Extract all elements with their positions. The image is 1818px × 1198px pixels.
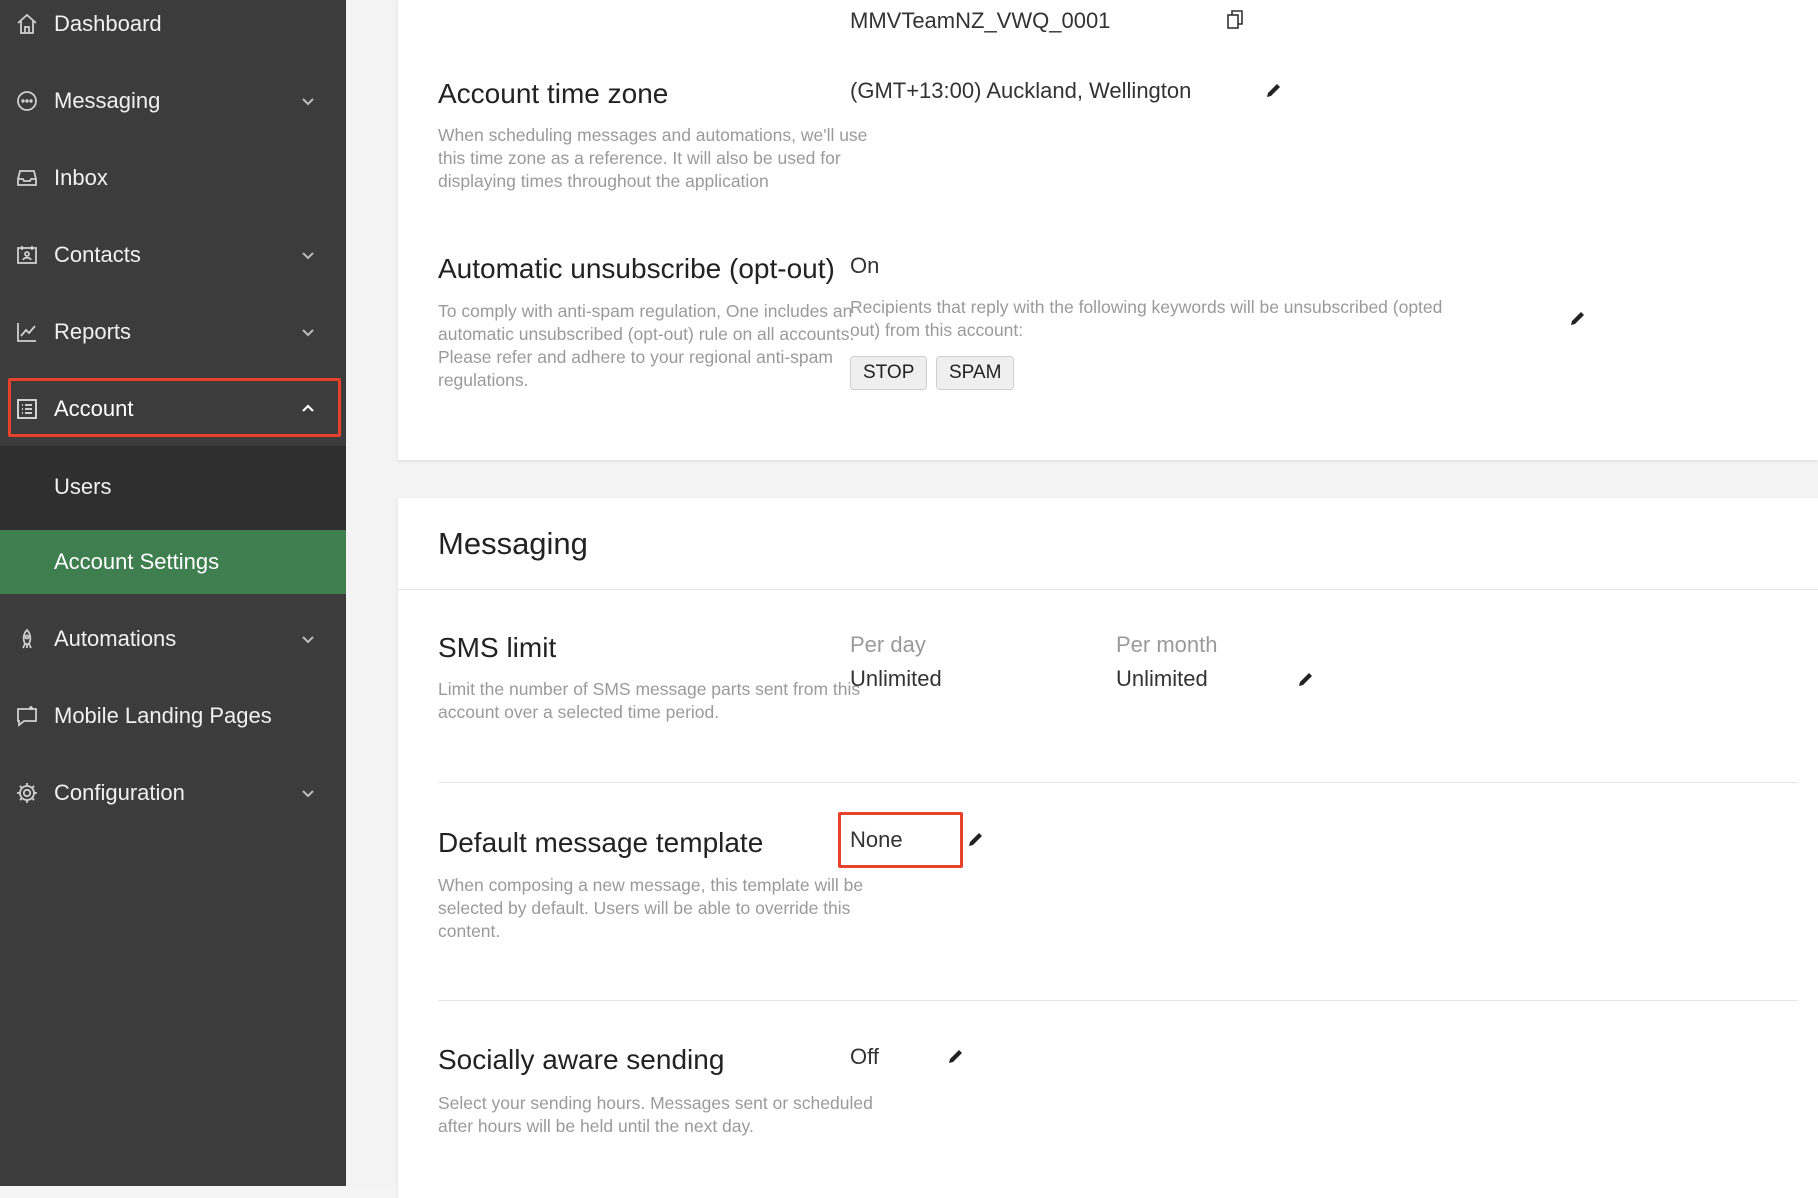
socially-aware-title: Socially aware sending: [438, 1044, 725, 1075]
sidebar-item-label: Messaging: [54, 88, 161, 113]
unsubscribe-status: On: [850, 253, 880, 278]
edit-pencil-icon[interactable]: [1296, 669, 1316, 689]
list-icon: [14, 396, 40, 422]
sidebar-item-label: Reports: [54, 319, 132, 344]
sidebar-item-contacts[interactable]: Contacts: [0, 225, 346, 285]
chat-icon: [14, 88, 40, 114]
section-divider: [398, 589, 1818, 590]
chart-icon: [14, 319, 40, 345]
default-template-description: When composing a new message, this templ…: [438, 875, 864, 941]
row-divider: [438, 782, 1798, 783]
unsubscribe-description: To comply with anti-spam regulation, One…: [438, 301, 855, 390]
landing-page-icon: [14, 703, 40, 729]
sidebar-subitem-label: Account Settings: [54, 549, 220, 574]
sidebar: Dashboard Messaging Inbox Contacts Repor…: [0, 0, 346, 1186]
sidebar-item-label: Automations: [54, 626, 177, 651]
edit-pencil-icon[interactable]: [966, 829, 986, 849]
sidebar-item-dashboard[interactable]: Dashboard: [0, 0, 346, 54]
chevron-up-icon: [302, 404, 314, 412]
sms-limit-description: Limit the number of SMS message parts se…: [438, 679, 861, 722]
per-day-value: Unlimited: [850, 666, 942, 691]
sidebar-subitem-users[interactable]: Users: [0, 455, 346, 519]
inbox-icon: [14, 165, 40, 191]
sidebar-item-reports[interactable]: Reports: [0, 302, 346, 362]
messaging-section-title: Messaging: [438, 526, 588, 561]
chevron-down-icon: [302, 252, 314, 260]
contacts-icon: [14, 242, 40, 268]
sidebar-subitem-account-settings[interactable]: Account Settings: [0, 530, 346, 594]
keyword-tag: SPAM: [936, 356, 1015, 390]
edit-pencil-icon[interactable]: [946, 1046, 966, 1066]
keyword-tag: STOP: [850, 356, 928, 390]
sms-limit-title: SMS limit: [438, 632, 557, 663]
chevron-down-icon: [302, 636, 314, 644]
account-submenu: Users Account Settings: [0, 446, 346, 594]
edit-pencil-icon[interactable]: [1264, 80, 1284, 100]
rocket-icon: [14, 626, 40, 652]
row-divider: [438, 1000, 1798, 1001]
sidebar-item-messaging[interactable]: Messaging: [0, 71, 346, 131]
chevron-down-icon: [302, 329, 314, 337]
sidebar-item-configuration[interactable]: Configuration: [0, 763, 346, 823]
sidebar-item-label: Account: [54, 396, 134, 421]
unsubscribe-keywords-note: Recipients that reply with the following…: [850, 297, 1443, 340]
sidebar-item-account[interactable]: Account: [0, 379, 346, 439]
copy-icon[interactable]: [1226, 9, 1244, 31]
chevron-down-icon: [302, 98, 314, 106]
chevron-down-icon: [302, 790, 314, 798]
per-month-value: Unlimited: [1116, 666, 1208, 691]
home-icon: [14, 11, 40, 37]
socially-aware-value: Off: [850, 1044, 879, 1069]
messaging-card: Messaging SMS limit Limit the number of …: [398, 498, 1818, 1198]
sidebar-item-label: Inbox: [54, 165, 108, 190]
socially-aware-description: Select your sending hours. Messages sent…: [438, 1093, 873, 1136]
timezone-description: When scheduling messages and automations…: [438, 125, 868, 191]
gear-icon: [14, 780, 40, 806]
sidebar-item-inbox[interactable]: Inbox: [0, 148, 346, 208]
sidebar-item-mobile-landing-pages[interactable]: Mobile Landing Pages: [0, 686, 346, 746]
sidebar-subitem-label: Users: [54, 474, 112, 499]
unsubscribe-title: Automatic unsubscribe (opt-out): [438, 253, 835, 284]
timezone-title: Account time zone: [438, 78, 669, 109]
main-content: MMVTeamNZ_VWQ_0001 Account time zone Whe…: [346, 0, 1818, 1198]
per-day-label: Per day: [850, 632, 926, 657]
sidebar-item-label: Configuration: [54, 780, 185, 805]
account-id-value: MMVTeamNZ_VWQ_0001: [850, 8, 1111, 33]
default-template-title: Default message template: [438, 827, 764, 858]
sidebar-item-automations[interactable]: Automations: [0, 609, 346, 669]
sidebar-item-label: Mobile Landing Pages: [54, 703, 272, 728]
sidebar-item-label: Contacts: [54, 242, 141, 267]
account-card: MMVTeamNZ_VWQ_0001 Account time zone Whe…: [398, 0, 1818, 460]
default-template-value: None: [850, 827, 903, 852]
edit-pencil-icon[interactable]: [1568, 308, 1588, 328]
sidebar-item-label: Dashboard: [54, 11, 162, 36]
timezone-value: (GMT+13:00) Auckland, Wellington: [850, 78, 1192, 103]
per-month-label: Per month: [1116, 632, 1218, 657]
